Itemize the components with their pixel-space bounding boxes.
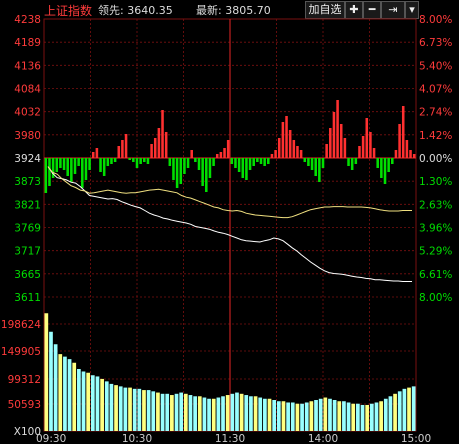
volume-tick-label: 50593 xyxy=(8,399,41,411)
percent-tick-label: 3.96% xyxy=(419,223,452,235)
time-tick-label: 09:30 xyxy=(36,433,66,444)
price-tick-label: 4238 xyxy=(14,14,41,26)
price-tick-label: 4136 xyxy=(14,60,41,72)
price-tick-label: 3611 xyxy=(14,292,41,304)
percent-tick-label: 5.29% xyxy=(419,246,452,258)
percent-tick-label: 2.63% xyxy=(419,199,452,211)
price-tick-label: 3665 xyxy=(14,269,41,281)
percent-tick-label: 8.00% xyxy=(419,292,452,304)
price-tick-label: 3821 xyxy=(14,199,41,211)
intraday-chart: 4238 8.00% 4189 6.73% 4136 5.40% 4084 4.07% 4032… xyxy=(1,14,452,444)
price-tick-label: 3924 xyxy=(14,153,41,165)
price-tick-label: 3769 xyxy=(14,223,41,235)
time-tick-label: 11:30 xyxy=(215,433,245,444)
price-tick-label: 4189 xyxy=(14,37,41,49)
price-tick-label: 3873 xyxy=(14,176,41,188)
percent-tick-label: 8.00% xyxy=(419,14,452,26)
percent-tick-label: 1.42% xyxy=(419,130,452,142)
price-tick-label: 3717 xyxy=(14,246,41,258)
price-tick-label: 4032 xyxy=(14,107,41,119)
percent-tick-label: 5.40% xyxy=(419,60,452,72)
volume-tick-label: 99312 xyxy=(8,374,41,386)
time-tick-label: 15:00 xyxy=(401,433,431,444)
price-tick-label: 3980 xyxy=(14,130,41,142)
volume-tick-label: 149905 xyxy=(1,346,41,358)
volume-tick-label: 198624 xyxy=(1,319,41,331)
percent-tick-label: 2.74% xyxy=(419,107,452,119)
percent-tick-label: 1.30% xyxy=(419,176,452,188)
percent-tick-label: 6.61% xyxy=(419,269,452,281)
time-tick-label: 10:30 xyxy=(122,433,152,444)
percent-tick-label: 6.73% xyxy=(419,37,452,49)
percent-tick-label: 0.00% xyxy=(419,153,452,165)
price-tick-label: 4084 xyxy=(14,84,41,96)
percent-tick-label: 4.07% xyxy=(419,84,452,96)
time-tick-label: 14:00 xyxy=(308,433,338,444)
